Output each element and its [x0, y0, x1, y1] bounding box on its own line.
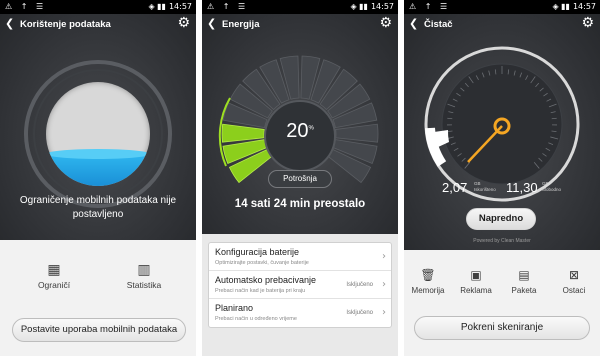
- page-title: Čistač: [424, 19, 453, 30]
- limit-message: Ograničenje mobilnih podataka nije posta…: [19, 195, 177, 220]
- memory-used-label: Iskorišteno: [474, 187, 496, 192]
- statistics-button[interactable]: ▥ Statistika: [114, 262, 174, 290]
- energy-screen: ⚠ ↑ ☰ ◈ ▮▮ 14:57 ❮ Energija ⚙ 20% Potrošn…: [202, 0, 398, 356]
- gear-icon[interactable]: ⚙: [379, 15, 392, 31]
- memory-button[interactable]: 🗑 Memorija: [404, 268, 452, 295]
- memory-used-value: 2,07: [442, 180, 468, 195]
- app-bar: ❮ Čistač ⚙: [404, 14, 600, 36]
- usage-water-fill: [46, 148, 150, 186]
- back-arrow-icon[interactable]: ❮: [409, 17, 418, 30]
- status-right: ◈ ▮▮ 14:57: [350, 2, 394, 11]
- clock: 14:57: [370, 2, 394, 11]
- clock: 14:57: [572, 2, 596, 11]
- notification-icons: ⚠ ↑ ☰: [409, 2, 451, 11]
- limits-label: Ograničí: [37, 280, 71, 290]
- clock: 14:57: [168, 2, 192, 11]
- consumption-button[interactable]: Potrošnja: [268, 170, 332, 188]
- signal-icon: ◈ ▮▮: [148, 2, 166, 11]
- signal-icon: ◈ ▮▮: [552, 2, 570, 11]
- residual-button[interactable]: ⊠ Ostaci: [550, 268, 598, 295]
- gear-icon[interactable]: ⚙: [177, 15, 190, 31]
- trash-icon: 🗑: [420, 268, 436, 282]
- cleaner-categories: 🗑 Memorija ▣ Reklama ▤ Paketa ⊠ Ostaci: [404, 268, 600, 300]
- water-surface: [46, 148, 150, 159]
- app-bar: ❮ Korištenje podataka ⚙: [0, 14, 196, 36]
- cleaner-screen: ⚠ ↑ ☰ ◈ ▮▮ 14:57 ❮ Čistač ⚙ 2,07 GB Iskor…: [404, 0, 600, 356]
- grid-icon: ▦: [47, 262, 61, 278]
- ad-icon: ▣: [470, 268, 482, 282]
- status-bar: ⚠ ↑ ☰ ◈ ▮▮ 14:57: [404, 0, 600, 14]
- status-bar: ⚠ ↑ ☰ ◈ ▮▮ 14:57: [202, 0, 398, 14]
- gauge-face: [441, 63, 563, 185]
- statistics-label: Statistika: [126, 280, 162, 290]
- list-item[interactable]: Automatsko prebacivanje Prebaci način ka…: [209, 271, 391, 299]
- residual-trash-icon: ⊠: [568, 268, 580, 282]
- list-item[interactable]: Konfiguracija baterije Optimizirajte pos…: [209, 243, 391, 271]
- list-item[interactable]: Planirano Prebaci način u određeno vrije…: [209, 299, 391, 327]
- status-right: ◈ ▮▮ 14:57: [148, 2, 192, 11]
- gauge-tick: [447, 117, 453, 120]
- status-bar: ⚠ ↑ ☰ ◈ ▮▮ 14:57: [0, 0, 196, 14]
- advanced-button[interactable]: Napredno: [466, 208, 536, 230]
- app-bar: ❮ Energija ⚙: [202, 14, 398, 36]
- memory-free-label: Slobodno: [542, 187, 562, 192]
- battery-segment: [335, 123, 379, 143]
- data-usage-screen: ⚠ ↑ ☰ ◈ ▮▮ 14:57 ❮ Korištenje podataka ⚙ …: [0, 0, 196, 356]
- battery-percent-circle: 20%: [264, 100, 336, 172]
- limits-button[interactable]: ▦ Ograničí: [24, 262, 84, 290]
- powered-by: Powered by Clean Master: [473, 238, 531, 244]
- gauge-tick: [551, 117, 557, 120]
- status-right: ◈ ▮▮ 14:57: [552, 2, 596, 11]
- gear-icon[interactable]: ⚙: [581, 15, 594, 31]
- ads-button[interactable]: ▣ Reklama: [452, 268, 500, 295]
- battery-settings-list: Konfiguracija baterije Optimizirajte pos…: [208, 242, 392, 328]
- package-icon: ▤: [518, 268, 530, 282]
- bar-chart-icon: ▥: [137, 262, 151, 278]
- screenshots-strip: ⚠ ↑ ☰ ◈ ▮▮ 14:57 ❮ Korištenje podataka ⚙ …: [0, 0, 600, 356]
- notification-icons: ⚠ ↑ ☰: [207, 2, 249, 11]
- back-arrow-icon[interactable]: ❮: [207, 17, 216, 30]
- usage-bowl: [46, 82, 150, 186]
- notification-icons: ⚠ ↑ ☰: [5, 2, 47, 11]
- set-data-usage-button[interactable]: Postavite uporaba mobilnih podataka: [12, 318, 186, 342]
- chevron-right-icon: ›: [382, 307, 386, 318]
- start-scan-button[interactable]: Pokreni skeniranje: [414, 316, 590, 340]
- chevron-right-icon: ›: [382, 251, 386, 262]
- memory-free-value: 11,30: [506, 180, 538, 195]
- back-arrow-icon[interactable]: ❮: [5, 17, 14, 30]
- page-title: Energija: [222, 19, 260, 30]
- chevron-right-icon: ›: [382, 279, 386, 290]
- page-title: Korištenje podataka: [20, 19, 111, 30]
- battery-percent: 20%: [286, 120, 314, 142]
- battery-segment-lit: [221, 123, 265, 143]
- signal-icon: ◈ ▮▮: [350, 2, 368, 11]
- quick-actions: ▦ Ograničí ▥ Statistika: [0, 262, 196, 302]
- remaining-time: 14 sati 24 min preostalo: [234, 198, 366, 210]
- packages-button[interactable]: ▤ Paketa: [500, 268, 548, 295]
